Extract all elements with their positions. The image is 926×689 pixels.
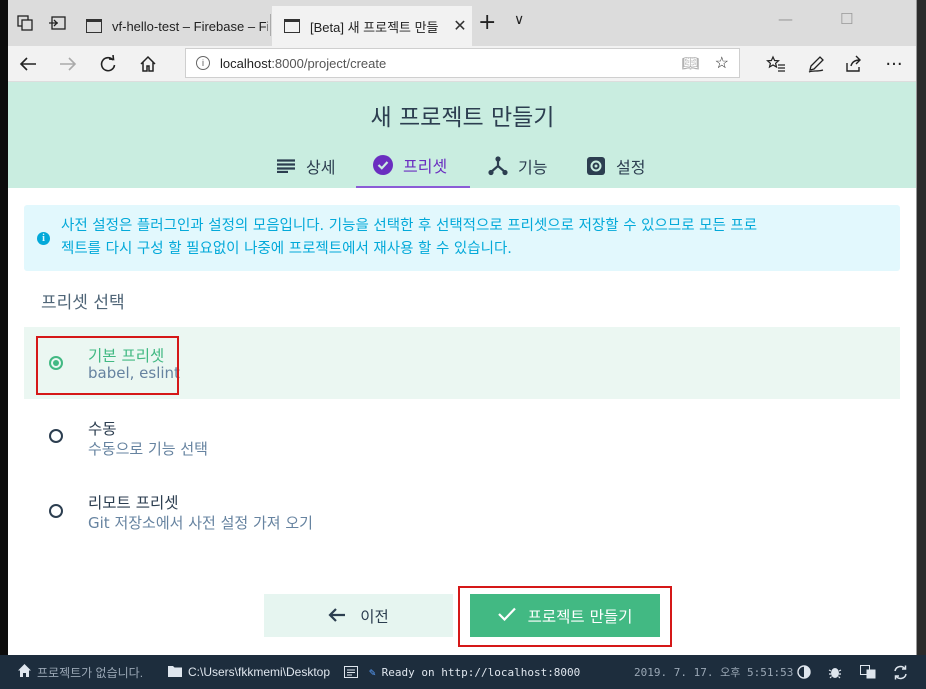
tab-separator <box>270 14 271 36</box>
tab-config[interactable]: 설정 <box>586 144 645 188</box>
info-notice: i 사전 설정은 플러그인과 설정의 모음입니다. 기능을 선택한 후 선택적으… <box>24 205 900 271</box>
back-icon[interactable] <box>14 50 42 78</box>
notice-line-1: 사전 설정은 플러그인과 설정의 모음입니다. 기능을 선택한 후 선택적으로 … <box>61 218 758 234</box>
info-icon: i <box>37 232 50 245</box>
browser-tab-firebase[interactable]: vf-hello-test – Firebase – Fir <box>74 6 268 46</box>
project-status-text: 프로젝트가 없습니다. <box>37 665 144 680</box>
server-status: ✎ Ready on http://localhost:8000 <box>369 655 580 689</box>
tab-details-label: 상세 <box>306 158 336 177</box>
tab-bar: vf-hello-test – Firebase – Fir [Beta] 새 … <box>8 0 916 46</box>
forward-icon[interactable] <box>54 50 82 78</box>
check-circle-icon <box>373 155 393 175</box>
more-icon[interactable]: ··· <box>880 50 908 78</box>
option-name: 수동 <box>88 420 117 438</box>
current-path-text: C:\Users\fkkmemi\Desktop <box>188 665 331 679</box>
radio-button[interactable] <box>49 429 63 443</box>
minimize-icon[interactable]: — <box>778 10 793 28</box>
url-path: :8000/project/create <box>271 55 387 71</box>
highlight-box <box>36 336 179 395</box>
browser-window: vf-hello-test – Firebase – Fir [Beta] 새 … <box>8 0 917 655</box>
url-host: localhost <box>220 55 272 71</box>
browser-tab-create-project[interactable]: [Beta] 새 프로젝트 만들 ✕ <box>272 6 472 46</box>
home-icon[interactable] <box>134 50 162 78</box>
vue-ui-page: 새 프로젝트 만들기 상세 프리셋 기능 설정 i 사전 설정은 플러그인과 설… <box>8 82 916 655</box>
address-bar[interactable]: i localhost:8000/project/create 📖︎ ☆ <box>185 48 740 78</box>
tab-title: vf-hello-test – Firebase – Fir <box>112 18 268 34</box>
page-header: 새 프로젝트 만들기 상세 프리셋 기능 설정 <box>8 82 916 188</box>
maximize-icon[interactable]: ☐ <box>840 10 853 28</box>
option-description: 수동으로 기능 선택 <box>88 440 208 458</box>
navigation-bar: i localhost:8000/project/create 📖︎ ☆ ··· <box>8 46 916 82</box>
tab-presets[interactable]: 프리셋 <box>356 144 470 188</box>
notice-line-2: 젝트를 다시 구성 할 필요없이 나중에 프로젝트에서 재사용 할 수 있습니다… <box>61 241 512 257</box>
tab-title: [Beta] 새 프로젝트 만들 <box>310 19 439 35</box>
home-icon <box>18 664 31 680</box>
tab-features[interactable]: 기능 <box>488 144 547 188</box>
radio-button[interactable] <box>49 504 63 518</box>
timestamp: 2019. 7. 17. 오후 5:51:53 <box>634 666 794 679</box>
status-bar: 프로젝트가 없습니다. C:\Users\fkkmemi\Desktop ✎ R… <box>0 655 926 689</box>
tab-features-label: 기능 <box>518 158 548 177</box>
step-tabs: 상세 프리셋 기능 설정 <box>8 144 916 188</box>
current-path[interactable]: C:\Users\fkkmemi\Desktop <box>168 655 330 689</box>
folder-icon <box>168 665 182 680</box>
arrow-left-icon <box>328 604 346 628</box>
pen-icon[interactable] <box>802 50 830 78</box>
previous-button[interactable]: 이전 <box>264 594 453 637</box>
refresh-icon[interactable] <box>94 50 122 78</box>
option-description: Git 저장소에서 사전 설정 가져 오기 <box>88 514 313 532</box>
preset-option-manual[interactable]: 수동 수동으로 기능 선택 <box>24 401 900 473</box>
page-icon <box>284 19 300 33</box>
console-log-icon[interactable] <box>344 655 358 689</box>
tab-presets-label: 프리셋 <box>403 157 448 176</box>
translate-icon[interactable] <box>860 655 876 689</box>
reading-view-icon[interactable]: 📖︎ <box>681 55 699 72</box>
previous-button-label: 이전 <box>360 607 389 626</box>
tabs-aside-icon[interactable] <box>46 12 68 34</box>
project-status[interactable]: 프로젝트가 없습니다. <box>18 655 143 689</box>
favorites-hub-icon[interactable] <box>762 50 790 78</box>
new-tab-button[interactable]: + <box>478 10 496 35</box>
site-info-icon[interactable]: i <box>196 56 210 70</box>
dark-mode-icon[interactable] <box>797 655 811 689</box>
page-icon <box>86 19 102 33</box>
settings-gear-icon <box>586 156 606 176</box>
server-status-text: Ready on http://localhost:8000 <box>381 665 581 679</box>
pen-status-icon: ✎ <box>369 665 376 679</box>
tab-preview-chevron-icon[interactable]: ∨ <box>514 12 524 28</box>
details-list-icon <box>276 156 296 176</box>
favorite-icon[interactable]: ☆ <box>715 53 729 73</box>
features-fork-icon <box>488 156 508 176</box>
section-title: 프리셋 선택 <box>41 293 125 313</box>
share-icon[interactable] <box>840 50 868 78</box>
highlight-box <box>458 586 672 647</box>
desktop-background <box>0 0 8 689</box>
option-name: 리모트 프리셋 <box>88 494 179 512</box>
bug-report-icon[interactable] <box>828 655 842 689</box>
tab-details[interactable]: 상세 <box>276 144 335 188</box>
preset-option-remote[interactable]: 리모트 프리셋 Git 저장소에서 사전 설정 가져 오기 <box>24 475 900 547</box>
page-title: 새 프로젝트 만들기 <box>370 105 555 131</box>
set-aside-tabs-icon[interactable] <box>14 12 36 34</box>
close-tab-icon[interactable]: ✕ <box>448 16 472 36</box>
tab-config-label: 설정 <box>616 158 646 177</box>
refresh-status-icon[interactable] <box>893 655 908 689</box>
